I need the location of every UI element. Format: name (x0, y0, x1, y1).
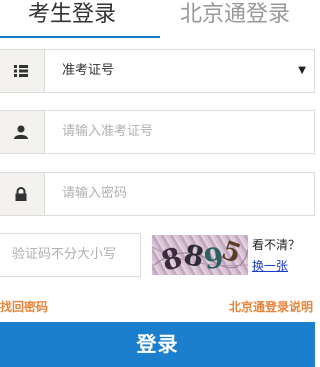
password-icon-box (0, 173, 45, 215)
list-icon (14, 65, 28, 77)
captcha-code-graphic: 8 8 9 5 (152, 235, 248, 275)
exam-number-input[interactable]: 请输入准考证号 (62, 111, 153, 153)
login-tabs: 考生登录 北京通登录 (0, 0, 315, 40)
exam-number-icon-box (0, 111, 45, 153)
captcha-image[interactable]: 8 8 9 5 (152, 235, 248, 275)
chevron-down-icon: ▼ (298, 65, 306, 76)
tab-candidate-login[interactable]: 考生登录 (28, 0, 116, 37)
lock-icon (15, 187, 27, 201)
beijingtong-help-link[interactable]: 北京通登录说明 (229, 298, 313, 315)
captcha-refresh-link[interactable]: 换一张 (252, 257, 288, 274)
id-type-select[interactable]: 准考证号 ▼ (0, 49, 315, 93)
id-type-icon-box (0, 50, 45, 92)
login-button[interactable]: 登录 (0, 322, 315, 367)
password-input[interactable]: 请输入密码 (62, 173, 127, 215)
exam-number-field[interactable]: 请输入准考证号 (0, 110, 315, 154)
id-type-value: 准考证号 (62, 63, 115, 78)
password-field[interactable]: 请输入密码 (0, 172, 315, 216)
captcha-field[interactable]: 验证码不分大小写 (0, 233, 141, 277)
captcha-input[interactable]: 验证码不分大小写 (12, 234, 116, 276)
user-icon (14, 125, 28, 139)
active-tab-indicator (0, 36, 160, 38)
forgot-password-link[interactable]: 找回密码 (0, 298, 48, 315)
tab-beijingtong-login[interactable]: 北京通登录 (180, 0, 290, 37)
captcha-cant-see-label: 看不清？ (252, 238, 301, 252)
